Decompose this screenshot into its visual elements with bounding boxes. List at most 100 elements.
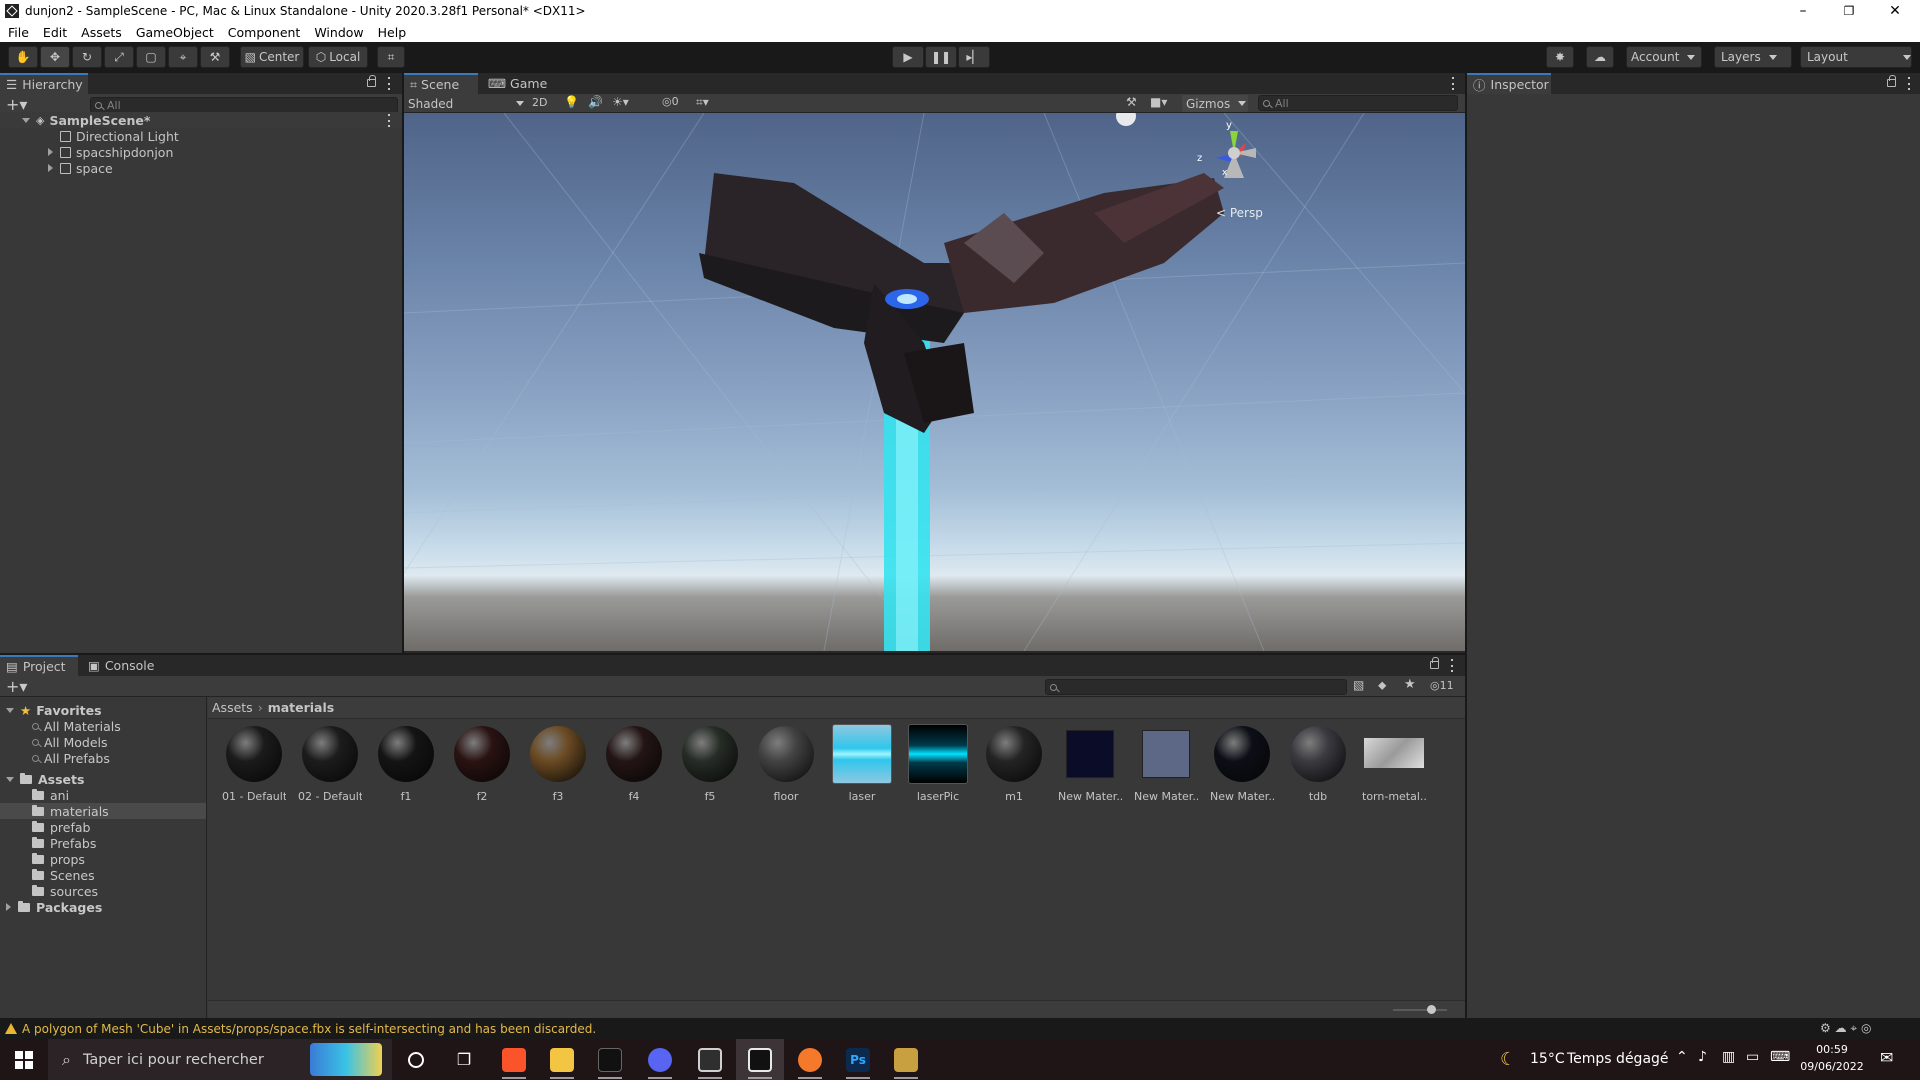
gizmos-dropdown[interactable]: Gizmos <box>1182 95 1248 112</box>
tab-inspector[interactable]: ⓘ Inspector <box>1467 73 1551 94</box>
weather-temperature[interactable]: 15°C <box>1530 1051 1565 1067</box>
cortana-icon[interactable] <box>392 1039 440 1080</box>
grid-snap-icon[interactable]: ⌗ <box>377 46 405 68</box>
task-view-icon[interactable]: ❐ <box>440 1039 488 1080</box>
lock-icon[interactable] <box>367 75 376 87</box>
favorite-star-icon[interactable]: ★ <box>1404 677 1416 692</box>
menu-help[interactable]: Help <box>371 25 414 40</box>
league-icon[interactable] <box>882 1039 930 1080</box>
unity-editor-icon[interactable] <box>736 1039 784 1080</box>
material-asset[interactable]: f3 <box>526 724 590 803</box>
hidden-packages-toggle[interactable]: ◎11 <box>1430 679 1454 692</box>
material-asset[interactable]: 02 - Default <box>298 724 362 803</box>
search-by-type-icon[interactable]: ▧ <box>1353 678 1364 692</box>
rect-tool-icon[interactable]: ▢ <box>136 46 166 68</box>
brave-icon[interactable] <box>490 1039 538 1080</box>
hierarchy-item[interactable]: spacshipdonjon <box>0 144 402 160</box>
taskbar-search-input[interactable]: ⌕ Taper ici pour rechercher <box>48 1039 392 1080</box>
folder-item[interactable]: Prefabs <box>32 835 96 851</box>
material-asset[interactable]: New Mater... <box>1134 724 1198 803</box>
blender-icon[interactable] <box>786 1039 834 1080</box>
more-options-icon[interactable] <box>1450 659 1454 672</box>
restore-icon[interactable]: ❐ <box>1826 0 1872 22</box>
expand-icon[interactable] <box>22 117 30 123</box>
expand-icon[interactable] <box>6 776 14 782</box>
minimize-icon[interactable]: – <box>1780 0 1826 22</box>
material-asset[interactable]: New Mater... <box>1210 724 1274 803</box>
file-explorer-icon[interactable] <box>538 1039 586 1080</box>
pivot-local-toggle[interactable]: ⬡ Local <box>308 46 368 68</box>
keyboard-icon[interactable]: ⌨ <box>1770 1049 1790 1065</box>
menu-component[interactable]: Component <box>221 25 308 40</box>
expand-icon[interactable] <box>48 148 53 156</box>
project-search-input[interactable] <box>1045 679 1347 695</box>
breadcrumb-assets[interactable]: Assets <box>212 700 253 715</box>
pivot-center-toggle[interactable]: ▧ Center <box>240 46 304 68</box>
material-asset[interactable]: 01 - Default <box>222 724 286 803</box>
folder-item[interactable]: Scenes <box>32 867 95 883</box>
hierarchy-item[interactable]: Directional Light <box>0 128 402 144</box>
scale-tool-icon[interactable]: ⤢ <box>104 46 134 68</box>
more-options-icon[interactable] <box>1907 77 1911 90</box>
scene-search-input[interactable]: All <box>1258 95 1458 111</box>
status-message[interactable]: A polygon of Mesh 'Cube' in Assets/props… <box>22 1022 596 1036</box>
tab-game[interactable]: ⌨ Game <box>482 73 556 94</box>
menu-file[interactable]: File <box>0 25 36 40</box>
scene-viewport[interactable]: y z x < Persp <box>404 113 1465 651</box>
rotate-tool-icon[interactable]: ↻ <box>72 46 102 68</box>
menu-edit[interactable]: Edit <box>36 25 74 40</box>
notifications-icon[interactable]: ✉ <box>1880 1048 1893 1067</box>
expand-icon[interactable] <box>48 164 53 172</box>
material-asset[interactable]: f2 <box>450 724 514 803</box>
windows-start-icon[interactable] <box>0 1039 48 1080</box>
menu-window[interactable]: Window <box>307 25 370 40</box>
hierarchy-item[interactable]: space <box>0 160 402 176</box>
material-asset[interactable]: torn-metal... <box>1362 724 1426 803</box>
clock-time[interactable]: 00:59 <box>1790 1043 1874 1056</box>
grid-toggle-icon[interactable]: ⌗▾ <box>696 95 709 110</box>
favorites-header[interactable]: ★ Favorites <box>6 702 102 718</box>
tab-console[interactable]: ▣ Console <box>82 655 162 676</box>
account-dropdown[interactable]: Account <box>1626 46 1702 68</box>
favorite-item[interactable]: All Prefabs <box>32 750 110 766</box>
tools-icon[interactable]: ⚒ <box>1126 95 1137 109</box>
material-asset[interactable]: floor <box>754 724 818 803</box>
tab-hierarchy[interactable]: ☰ Hierarchy <box>0 73 88 94</box>
zoom-slider-handle[interactable] <box>1427 1005 1436 1014</box>
display-icon[interactable]: ▭ <box>1746 1049 1759 1065</box>
folder-item-selected[interactable]: materials <box>0 803 206 819</box>
pause-button[interactable]: ❚❚ <box>925 46 957 68</box>
camera-icon[interactable]: ■▾ <box>1150 95 1167 109</box>
material-asset[interactable]: f5 <box>678 724 742 803</box>
expand-icon[interactable] <box>6 707 14 713</box>
material-asset[interactable]: f1 <box>374 724 438 803</box>
volume-icon[interactable]: ♪ <box>1698 1049 1707 1065</box>
toggle-2d-button[interactable]: 2D <box>532 96 547 109</box>
folder-item[interactable]: prefab <box>32 819 91 835</box>
move-tool-icon[interactable]: ✥ <box>40 46 70 68</box>
favorite-item[interactable]: All Materials <box>32 718 121 734</box>
tray-chevron-up-icon[interactable]: ⌃ <box>1676 1049 1688 1065</box>
favorite-item[interactable]: All Models <box>32 734 108 750</box>
audio-icon[interactable]: 🔊 <box>588 95 603 109</box>
lock-icon[interactable] <box>1430 657 1439 669</box>
expand-icon[interactable] <box>6 903 11 911</box>
lock-icon[interactable] <box>1887 75 1896 87</box>
play-button[interactable]: ▶ <box>892 46 924 68</box>
folder-item[interactable]: props <box>32 851 85 867</box>
material-asset[interactable]: laser <box>830 724 894 803</box>
tab-scene[interactable]: ⌗ Scene <box>404 73 478 94</box>
tab-project[interactable]: ▤ Project <box>0 655 78 676</box>
packages-header[interactable]: Packages <box>6 899 102 915</box>
material-asset[interactable]: tdb <box>1286 724 1350 803</box>
transform-tool-icon[interactable]: ⌖ <box>168 46 198 68</box>
status-icons[interactable]: ⚙ ☁ ⌖ ◎ <box>1820 1021 1871 1036</box>
more-options-icon[interactable] <box>387 77 391 90</box>
menu-gameobject[interactable]: GameObject <box>129 25 221 40</box>
material-asset[interactable]: m1 <box>982 724 1046 803</box>
unity-hub-icon[interactable] <box>686 1039 734 1080</box>
menu-assets[interactable]: Assets <box>74 25 129 40</box>
zoom-slider[interactable] <box>1393 1009 1447 1011</box>
breadcrumb-materials[interactable]: materials <box>268 700 335 715</box>
hierarchy-search-input[interactable]: All <box>90 97 398 113</box>
